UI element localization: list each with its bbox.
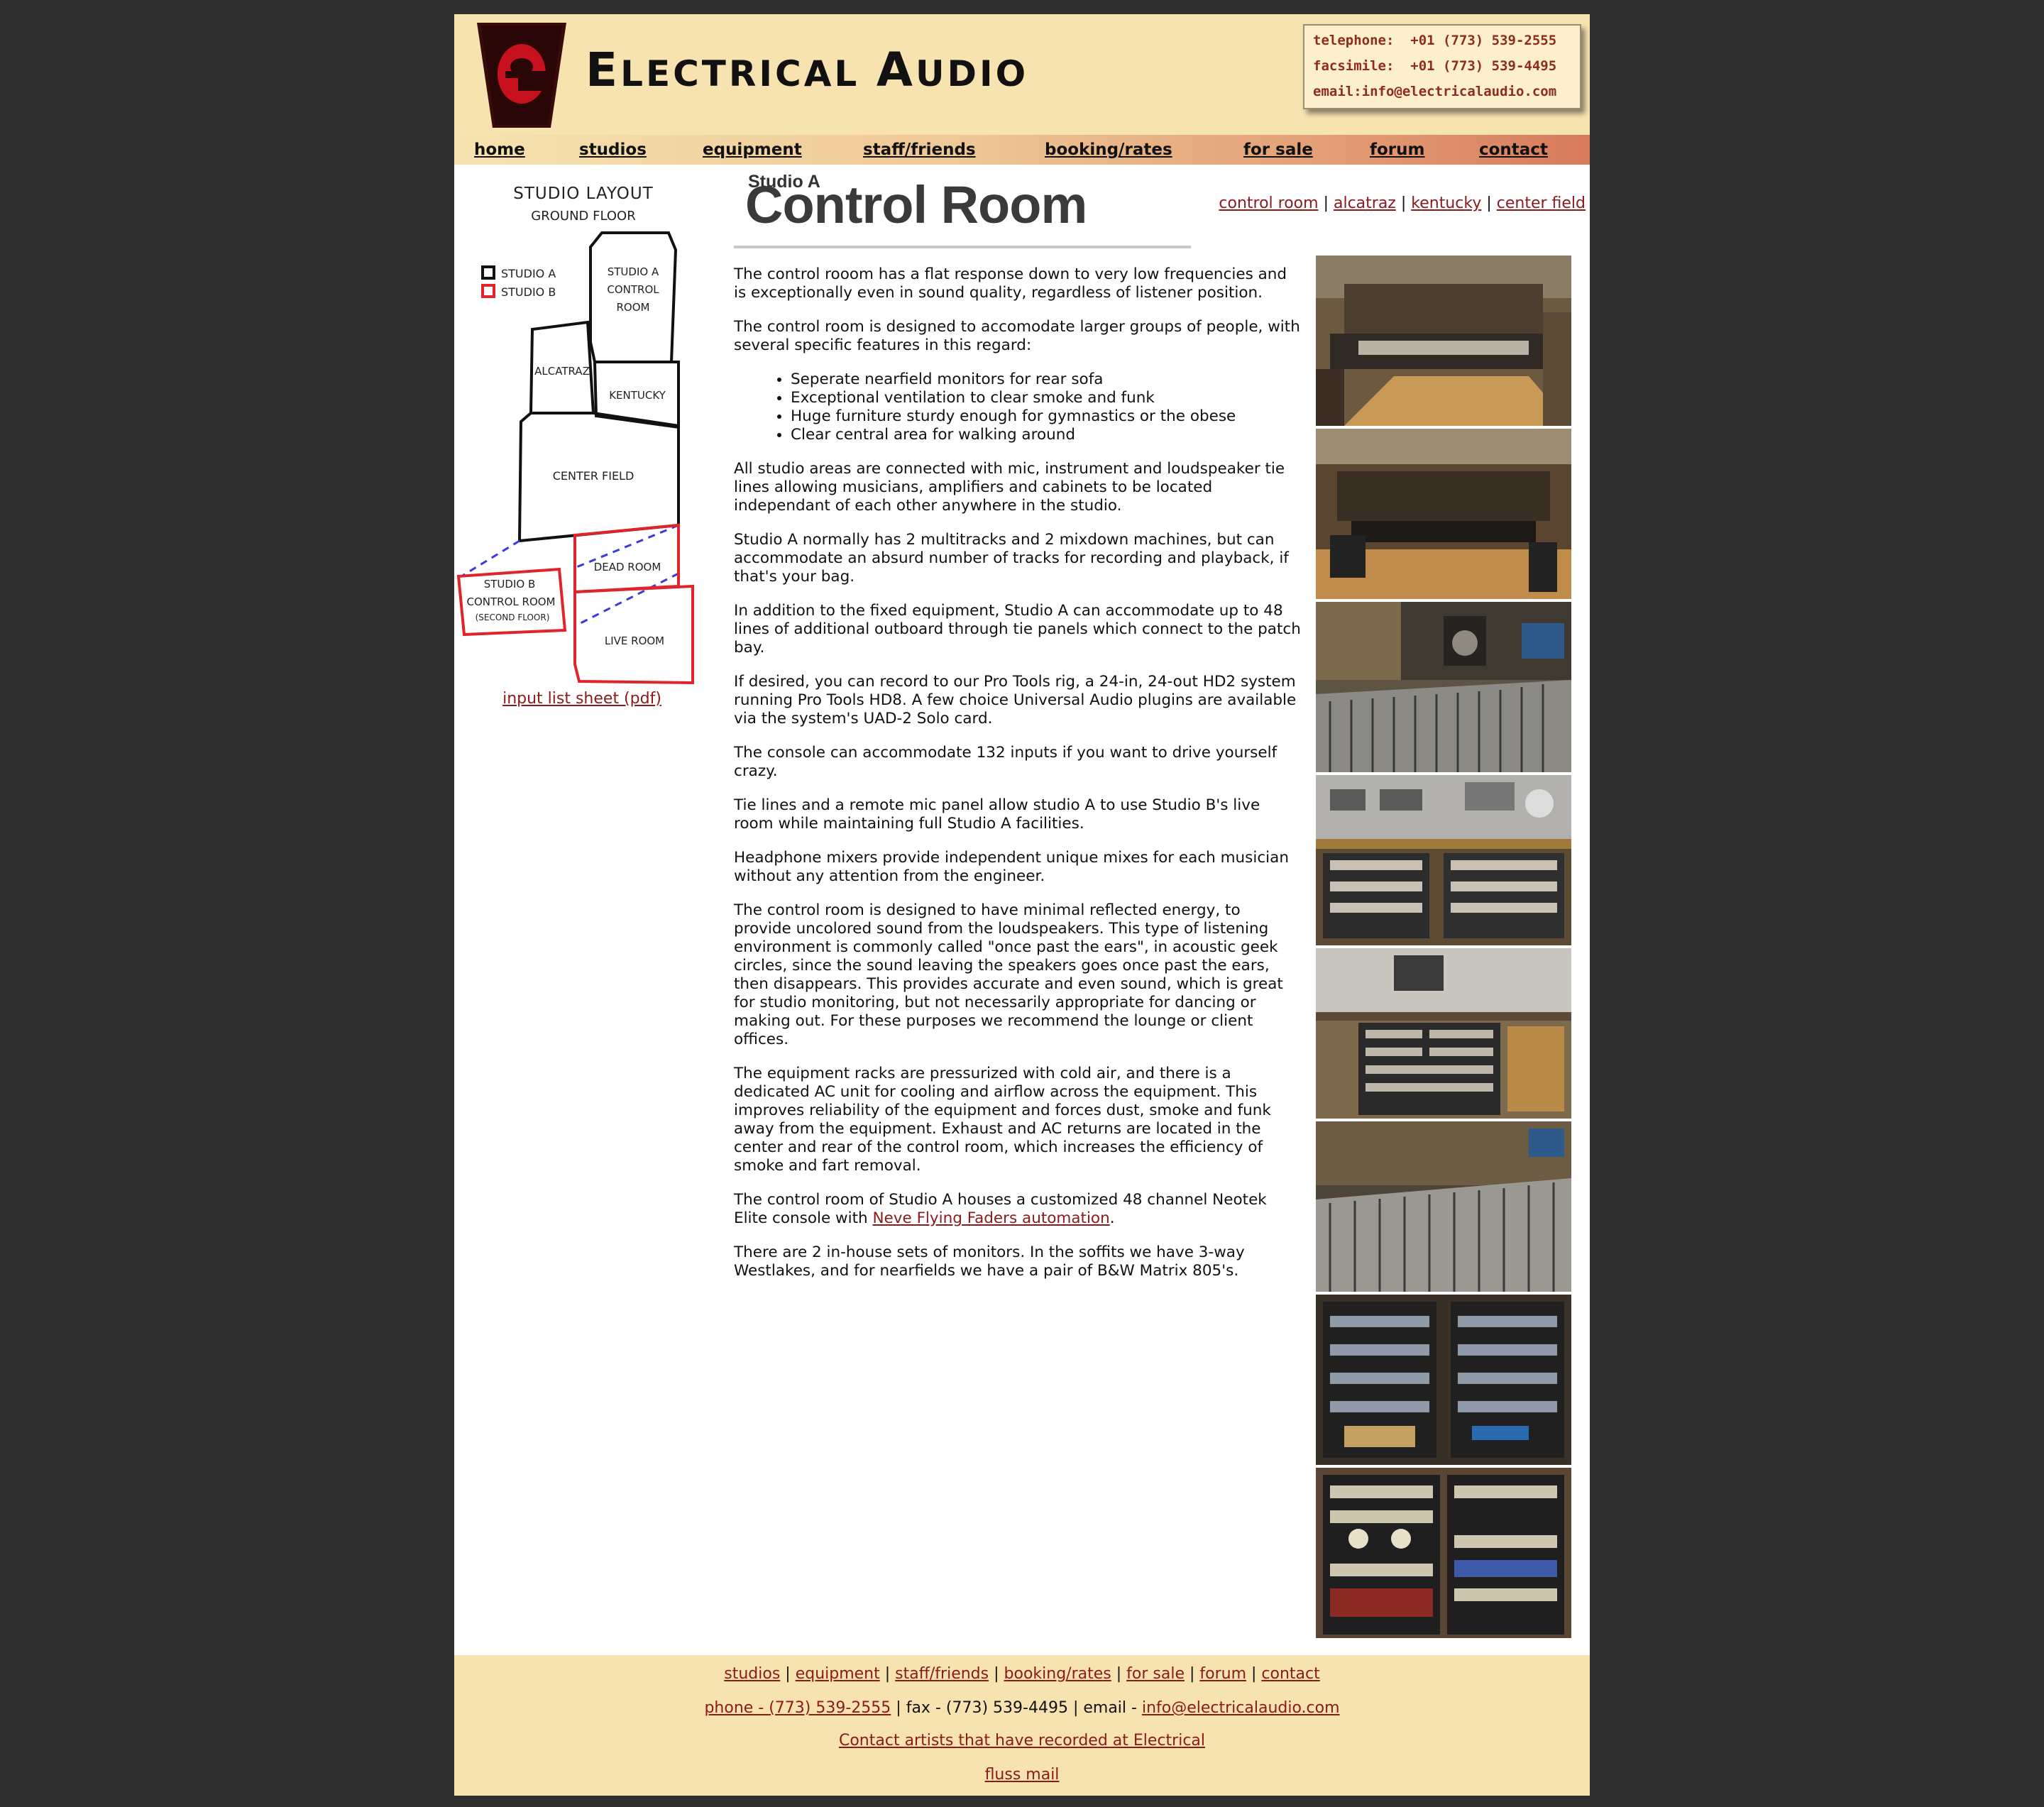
subnav-center-field[interactable]: center field — [1497, 194, 1586, 212]
footer-link-studios[interactable]: studios — [724, 1665, 780, 1683]
room-label-center-field: CENTER FIELD — [553, 469, 634, 483]
paragraph: The control rooom has a flat response do… — [734, 265, 1287, 302]
svg-text:CONTROL ROOM: CONTROL ROOM — [467, 595, 556, 608]
footer-link-contact[interactable]: contact — [1261, 1665, 1319, 1683]
paragraph: The control room is designed to have min… — [734, 901, 1283, 1048]
studio-layout-map[interactable]: STUDIO LAYOUT GROUND FLOOR STUDIO A STUD… — [454, 172, 724, 697]
floorplan-title: STUDIO LAYOUT — [513, 185, 653, 203]
footer-email-link[interactable]: info@electricalaudio.com — [1142, 1699, 1340, 1717]
paragraph: The control room is designed to accomoda… — [734, 318, 1300, 354]
nav-booking-rates[interactable]: booking/rates — [1045, 141, 1172, 159]
paragraph: The equipment racks are pressurized with… — [734, 1065, 1271, 1175]
nav-forum[interactable]: forum — [1370, 141, 1425, 159]
nav-home[interactable]: home — [474, 141, 525, 159]
svg-text:ROOM: ROOM — [617, 301, 650, 314]
studio-photo[interactable] — [1316, 602, 1571, 772]
room-label-dead-room: DEAD ROOM — [594, 561, 661, 573]
footer-link-equipment[interactable]: equipment — [796, 1665, 880, 1683]
floorplan-subtitle: GROUND FLOOR — [531, 209, 635, 224]
svg-text:CONTROL: CONTROL — [607, 283, 659, 296]
paragraph: If desired, you can record to our Pro To… — [734, 673, 1297, 727]
subnav-control-room[interactable]: control room — [1219, 194, 1318, 212]
footer-link-forum[interactable]: forum — [1199, 1665, 1246, 1683]
studio-photo[interactable] — [1316, 1121, 1571, 1292]
footer-fluss-mail-link[interactable]: fluss mail — [985, 1766, 1060, 1784]
nav-contact[interactable]: contact — [1479, 141, 1548, 159]
title-divider — [734, 246, 1191, 248]
site-header: ELECTRICAL AUDIO telephone: +01 (773) 53… — [454, 14, 1590, 135]
nav-equipment[interactable]: equipment — [703, 141, 802, 159]
room-label-live-room: LIVE ROOM — [605, 635, 664, 647]
paragraph: There are 2 in-house sets of monitors. I… — [734, 1243, 1245, 1280]
feature-list: Seperate nearfield monitors for rear sof… — [734, 370, 1302, 444]
footer-artists-link[interactable]: Contact artists that have recorded at El… — [839, 1732, 1205, 1750]
studio-photo[interactable] — [1316, 256, 1571, 426]
contact-box: telephone: +01 (773) 539-2555 facsimile:… — [1303, 24, 1581, 109]
room-label-kentucky: KENTUCKY — [609, 389, 666, 402]
paragraph: Tie lines and a remote mic panel allow s… — [734, 796, 1260, 833]
list-item: Clear central area for walking around — [791, 426, 1302, 444]
logo-icon[interactable] — [477, 23, 566, 128]
neve-flying-faders-link[interactable]: Neve Flying Faders automation — [872, 1209, 1109, 1227]
footer-link-booking-rates[interactable]: booking/rates — [1004, 1665, 1111, 1683]
brand-wordmark: ELECTRICAL AUDIO — [586, 43, 1029, 97]
paragraph: Headphone mixers provide independent uni… — [734, 849, 1289, 885]
paragraph: The control room of Studio A houses a cu… — [734, 1191, 1267, 1227]
studio-photo[interactable] — [1316, 1468, 1571, 1638]
input-list-pdf-link[interactable]: input list sheet (pdf) — [454, 690, 710, 708]
footer-link-for-sale[interactable]: for sale — [1126, 1665, 1185, 1683]
main-nav: home studios equipment staff/friends boo… — [454, 135, 1590, 165]
nav-staff-friends[interactable]: staff/friends — [863, 141, 976, 159]
subnav-alcatraz[interactable]: alcatraz — [1334, 194, 1396, 212]
room-label-alcatraz: ALCATRAZ — [534, 365, 590, 378]
legend-studio-b: STUDIO B — [501, 285, 556, 299]
article-body: The control rooom has a flat response do… — [734, 265, 1302, 1296]
contact-facsimile: facsimile: +01 (773) 539-4495 — [1313, 58, 1557, 74]
footer-fax: fax - (773) 539-4495 — [906, 1699, 1068, 1717]
studio-photo[interactable] — [1316, 1295, 1571, 1465]
page: ELECTRICAL AUDIO telephone: +01 (773) 53… — [454, 14, 1590, 1796]
list-item: Seperate nearfield monitors for rear sof… — [791, 370, 1302, 389]
page-title: Control Room — [745, 175, 1087, 234]
paragraph: The console can accommodate 132 inputs i… — [734, 744, 1278, 780]
studio-photo[interactable] — [1316, 429, 1571, 599]
studio-photo[interactable] — [1316, 775, 1571, 945]
paragraph: In addition to the fixed equipment, Stud… — [734, 602, 1301, 657]
svg-text:(SECOND FLOOR): (SECOND FLOOR) — [476, 613, 550, 622]
contact-email[interactable]: email:info@electricalaudio.com — [1313, 84, 1556, 99]
contact-telephone: telephone: +01 (773) 539-2555 — [1313, 33, 1557, 48]
list-item: Huge furniture sturdy enough for gymnast… — [791, 407, 1302, 426]
nav-studios[interactable]: studios — [579, 141, 647, 159]
list-item: Exceptional ventilation to clear smoke a… — [791, 389, 1302, 407]
room-label-b-control: STUDIO B — [484, 578, 536, 591]
studio-photo[interactable] — [1316, 948, 1571, 1119]
room-label-control: STUDIO A — [608, 265, 659, 278]
footer-links: studios | equipment | staff/friends | bo… — [724, 1665, 1320, 1683]
subnav-kentucky[interactable]: kentucky — [1411, 194, 1481, 212]
site-footer: studios | equipment | staff/friends | bo… — [454, 1655, 1590, 1796]
paragraph: All studio areas are connected with mic,… — [734, 460, 1285, 515]
footer-phone-link[interactable]: phone - (773) 539-2555 — [704, 1699, 891, 1717]
legend-studio-a: STUDIO A — [501, 267, 556, 280]
photo-strip — [1316, 256, 1571, 1641]
footer-email-label: email - — [1083, 1699, 1142, 1717]
room-subnav: control room | alcatraz | kentucky | cen… — [1219, 194, 1586, 212]
footer-link-staff-friends[interactable]: staff/friends — [895, 1665, 989, 1683]
paragraph: Studio A normally has 2 multitracks and … — [734, 531, 1289, 586]
footer-contact: phone - (773) 539-2555 | fax - (773) 539… — [704, 1699, 1340, 1717]
nav-for-sale[interactable]: for sale — [1243, 141, 1313, 159]
